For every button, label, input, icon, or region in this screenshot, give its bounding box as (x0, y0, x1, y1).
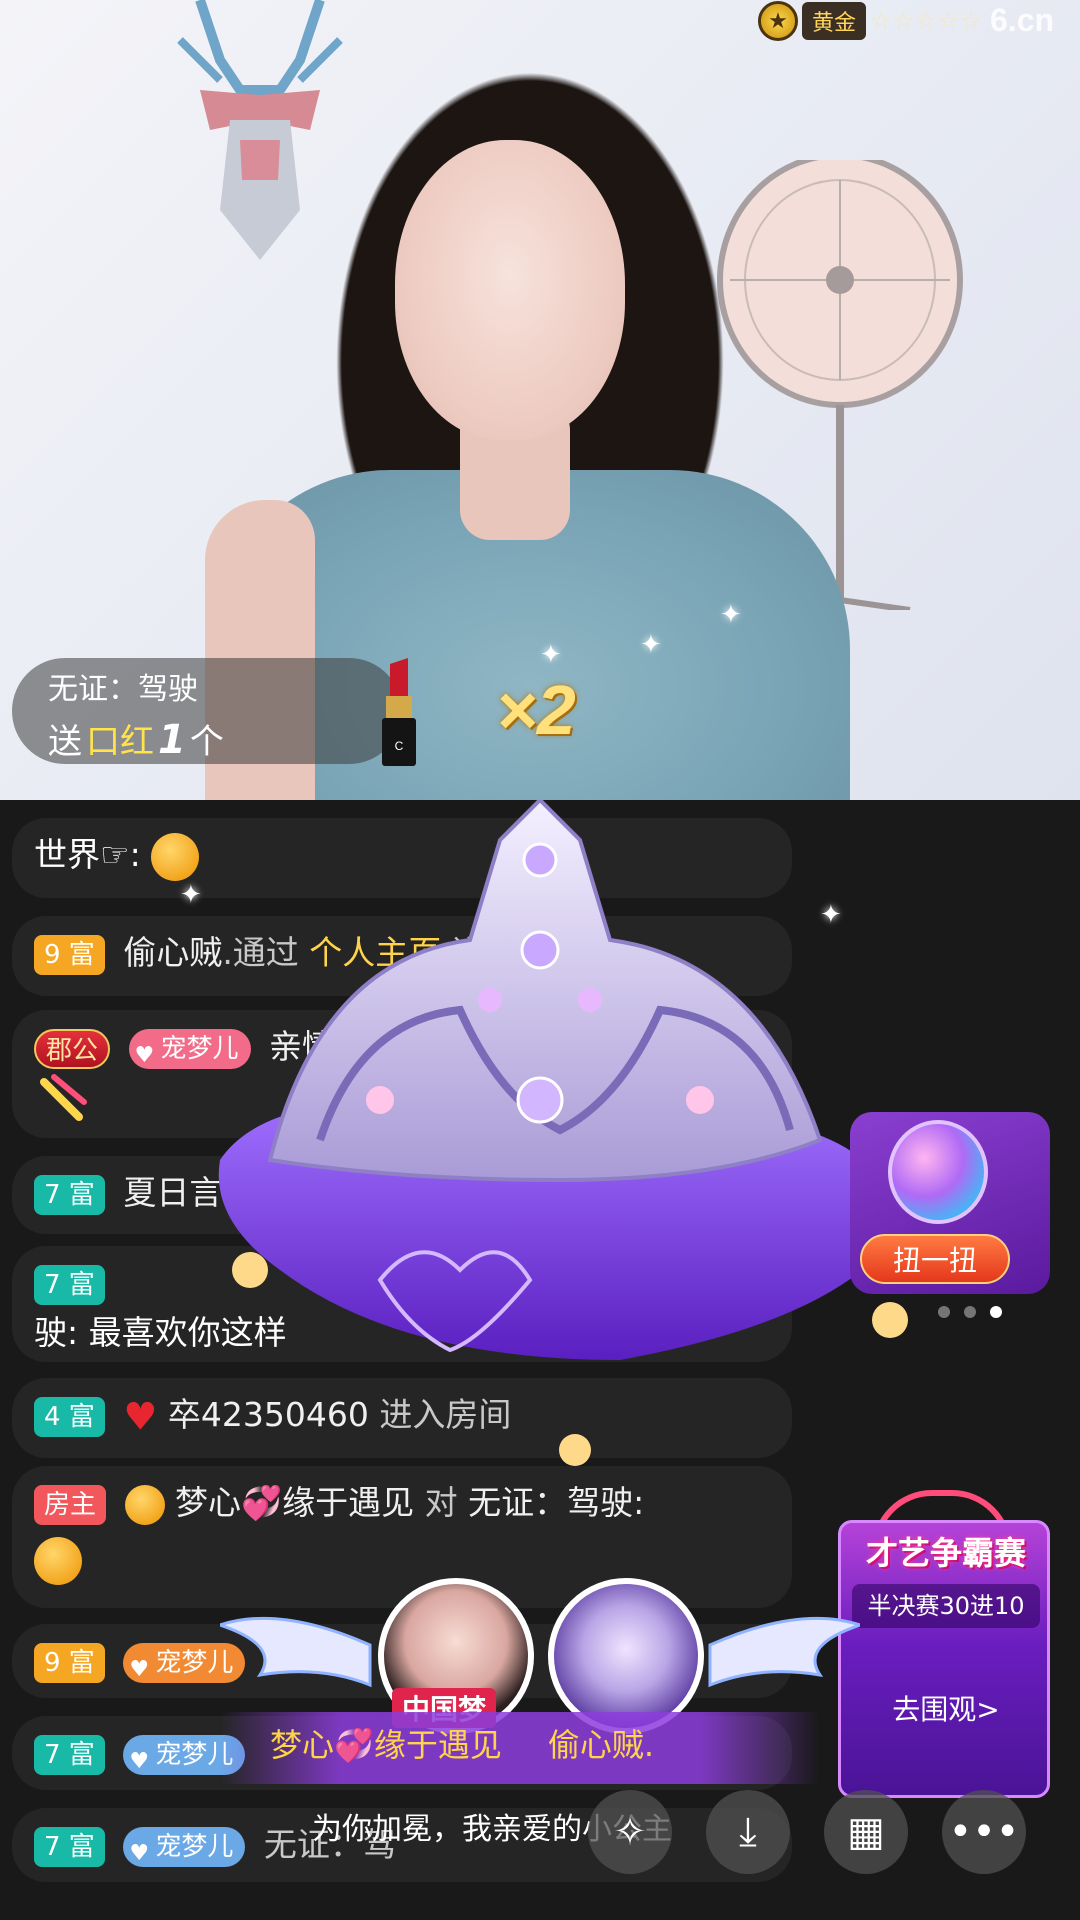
streamer-face (395, 140, 625, 440)
contest-subtitle: 半决赛30进10 (852, 1584, 1040, 1628)
gacha-machine-icon (888, 1120, 988, 1224)
level-stars: ☆☆☆☆☆ (870, 7, 983, 35)
gift-unit: 个 (189, 722, 224, 762)
star-medal-icon (124, 1484, 165, 1525)
world-label: 世界☞: (34, 835, 141, 874)
sparkle-icon: ✦ (720, 600, 742, 630)
lipstick-gift-icon: C (382, 658, 416, 766)
apps-grid-button[interactable]: ▦ (824, 1790, 908, 1874)
rich-level-tag: 9 富 (34, 1642, 105, 1683)
profile-link[interactable]: 个人主页 (309, 933, 441, 972)
carousel-dot-active[interactable] (990, 1306, 1002, 1318)
user-name[interactable]: 卒42350460 (168, 1395, 369, 1434)
right-user-name[interactable]: 偷心贼. (548, 1720, 654, 1766)
message-text: 驶: 最喜欢你这样 (34, 1313, 287, 1352)
sparkle-icon: ✦ (820, 900, 842, 930)
anchor-level-badge[interactable]: ★ 黄金 ☆☆☆☆☆ (758, 0, 983, 42)
heart-icon: ♥ (129, 1749, 150, 1774)
chat-message[interactable]: 7 富 夏日言 (12, 1156, 792, 1234)
message-text: 夏日言 (123, 1173, 223, 1212)
emoji-face-icon (34, 1536, 82, 1585)
rich-level-tag: 9 富 (34, 934, 105, 975)
chat-message[interactable]: 世界☞: (12, 818, 792, 898)
red-heart-icon: ♥ (123, 1394, 158, 1439)
message-connector: 对 (424, 1483, 458, 1522)
rich-level-tag: 4 富 (34, 1396, 105, 1437)
carousel-dot[interactable] (938, 1306, 950, 1318)
rich-level-tag: 7 富 (34, 1174, 105, 1215)
noble-badge: 郡公 (34, 1028, 111, 1069)
target-user-name[interactable]: 无证：驾驶: (468, 1483, 644, 1522)
site-logo: 6.cn (990, 2, 1055, 38)
heart-icon: ♥ (129, 1841, 150, 1866)
pet-badge-label: 宠梦儿 (160, 1033, 239, 1064)
svg-text:C: C (395, 739, 404, 753)
carousel-dot[interactable] (964, 1306, 976, 1318)
level-tag: 黄金 (802, 2, 867, 40)
couple-names: 梦心💞缘于遇见 偷心贼. (270, 1720, 654, 1766)
chat-message[interactable]: 郡公 ♥ 宠梦儿 亲情永无价个宠光 (12, 1010, 792, 1138)
contest-watch-link[interactable]: 去围观> (852, 1688, 1040, 1728)
contest-title: 才艺争霸赛 (865, 1534, 1026, 1572)
star-medal-icon: ★ (758, 1, 798, 41)
avatar-right[interactable] (548, 1578, 704, 1734)
gift-description: 送 口红 1 个 (48, 714, 224, 763)
chat-message[interactable]: 4 富 ♥ 卒42350460 进入房间 (12, 1378, 792, 1458)
wings-decoration (220, 1616, 860, 1688)
carousel-dots (938, 1306, 1002, 1318)
download-button[interactable]: ⤓ (706, 1790, 790, 1874)
sparkle-icon: ✦ (180, 880, 202, 910)
gift-sender: 无证：驾驶 (48, 672, 198, 707)
gift-name: 口红 (86, 722, 154, 762)
left-user-name[interactable]: 梦心💞缘于遇见 (270, 1720, 502, 1766)
message-text: 亲情永无价 (269, 1027, 435, 1066)
user-name[interactable]: 梦心💞缘于遇见 (175, 1483, 414, 1522)
chat-message[interactable]: 9 富 偷心贼.通过 个人主页 进入房间 (12, 916, 792, 996)
owner-tag: 房主 (34, 1484, 107, 1525)
more-button[interactable]: ••• (942, 1790, 1026, 1874)
sparkle-icon: ✦ (540, 640, 562, 670)
effects-button[interactable]: ✧ (588, 1790, 672, 1874)
rich-level-tag: 7 富 (34, 1264, 105, 1305)
heart-icon: ♥ (129, 1657, 150, 1682)
heart-icon: ♥ (134, 1043, 155, 1068)
gift-combo: ×2 (496, 671, 576, 749)
pet-badge: ♥ 宠梦儿 (128, 1028, 251, 1069)
pet-badge: ♥ 宠梦儿 (123, 1826, 246, 1867)
message-text-end: 进入房间 (379, 1395, 512, 1434)
rich-level-tag: 7 富 (34, 1826, 105, 1867)
user-name[interactable]: 偷心贼 (123, 933, 222, 972)
message-text-end: 个宠光 (434, 1027, 534, 1066)
sparkle-icon: ✦ (640, 630, 662, 660)
glowstick-icon (34, 1072, 770, 1122)
chat-message[interactable]: 7 富 驶: 最喜欢你这样 (12, 1246, 792, 1362)
gacha-button[interactable]: 扭一扭 (860, 1234, 1010, 1284)
gift-count: 1 (158, 717, 186, 763)
message-text: .通过 (222, 933, 310, 972)
gift-prefix: 送 (48, 722, 82, 762)
rich-level-tag: 7 富 (34, 1734, 105, 1775)
message-text-end: 进入房间 (441, 933, 584, 972)
emoji-face-icon (151, 832, 200, 881)
pet-badge-label: 宠梦儿 (155, 1831, 234, 1862)
